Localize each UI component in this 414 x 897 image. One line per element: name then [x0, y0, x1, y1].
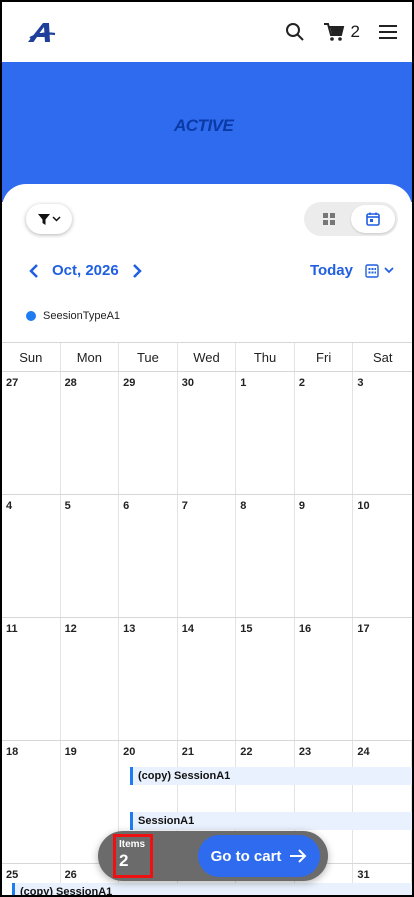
weekday-mon: Mon [61, 343, 120, 371]
calendar-day[interactable]: 8 [236, 495, 295, 617]
weekday-thu: Thu [236, 343, 295, 371]
weekday-fri: Fri [295, 343, 354, 371]
go-to-cart-button[interactable]: Go to cart [198, 835, 320, 877]
banner-logo: ACTIVE [174, 116, 234, 135]
mini-calendar-icon [365, 263, 379, 278]
calendar-day[interactable]: 7 [178, 495, 237, 617]
calendar-day[interactable]: 5 [61, 495, 120, 617]
app-frame: 2 ACTIVE Oct, 2026 Today SeesionTypeA1 S… [0, 0, 414, 897]
calendar-day[interactable]: 6 [119, 495, 178, 617]
calendar-day[interactable]: 29 [119, 372, 178, 494]
hamburger-menu-icon[interactable] [378, 24, 398, 40]
month-navigator: Oct, 2026 [28, 262, 143, 279]
chevron-down-icon [384, 267, 394, 274]
calendar-view-button[interactable] [351, 205, 395, 233]
month-label: Oct, 2026 [52, 262, 119, 279]
calendar-day[interactable]: 4 [2, 495, 61, 617]
calendar-day[interactable]: 30 [178, 372, 237, 494]
calendar-day[interactable]: 10 [353, 495, 412, 617]
weekday-sat: Sat [372, 349, 393, 365]
cart-button[interactable]: 2 [323, 22, 360, 42]
legend-dot-icon [26, 311, 36, 321]
date-picker-button[interactable] [365, 263, 394, 278]
calendar-day[interactable]: 1 [236, 372, 295, 494]
calendar-day[interactable]: 3 [353, 372, 412, 494]
grid-view-button[interactable] [307, 205, 351, 233]
calendar-day[interactable]: 2 [295, 372, 354, 494]
calendar-content: Oct, 2026 Today SeesionTypeA1 Sun Mon Tu… [2, 184, 412, 895]
calendar-day[interactable]: 9 [295, 495, 354, 617]
filter-button[interactable] [26, 204, 72, 234]
legend-label: SeesionTypeA1 [43, 310, 121, 322]
calendar-day[interactable]: 24 [353, 741, 412, 863]
items-label: Items [119, 839, 146, 850]
filter-icon [37, 213, 50, 225]
cart-summary-bar: Items 2 Go to cart [98, 831, 328, 881]
calendar-week: 27 28 29 30 1 2 3 [2, 372, 412, 495]
calendar-view-icon [366, 212, 380, 226]
calendar-event[interactable]: (copy) SessionA1 [12, 883, 412, 895]
chevron-right-icon[interactable] [131, 263, 143, 278]
session-type-legend: SeesionTypeA1 [26, 310, 120, 322]
calendar-week: 11 12 13 14 15 16 17 [2, 618, 412, 741]
calendar-day[interactable]: 18 [2, 741, 61, 863]
calendar-day[interactable]: 28 [61, 372, 120, 494]
month-calendar: Sun Mon Tue Wed Thu Fri Sat 27 28 29 30 … [2, 342, 412, 895]
calendar-day[interactable]: 12 [61, 618, 120, 740]
calendar-day[interactable]: 17 [353, 618, 412, 740]
items-count: 2 [119, 851, 129, 870]
calendar-day[interactable]: 11 [2, 618, 61, 740]
grid-view-icon [323, 213, 335, 225]
cart-count: 2 [350, 22, 360, 41]
calendar-event[interactable]: SessionA1 [130, 812, 412, 830]
weekday-sun: Sun [2, 343, 61, 371]
weekday-tue: Tue [119, 343, 178, 371]
search-icon[interactable] [285, 22, 305, 42]
active-a-logo-icon[interactable] [26, 20, 56, 44]
calendar-day[interactable]: 16 [295, 618, 354, 740]
cart-icon [323, 23, 344, 41]
chevron-left-icon[interactable] [28, 263, 40, 278]
items-counter: Items 2 [113, 834, 153, 878]
calendar-event[interactable]: (copy) SessionA1 [130, 767, 412, 785]
calendar-week: 4 5 6 7 8 9 10 [2, 495, 412, 618]
top-header: 2 [2, 2, 412, 62]
calendar-day[interactable]: 15 [236, 618, 295, 740]
view-toggle [304, 202, 398, 236]
go-to-cart-label: Go to cart [210, 847, 282, 865]
hero-banner: ACTIVE [2, 62, 412, 202]
arrow-right-icon [290, 849, 307, 863]
today-controls: Today [310, 262, 394, 279]
calendar-day[interactable]: 14 [178, 618, 237, 740]
calendar-day[interactable]: 13 [119, 618, 178, 740]
chevron-down-icon [51, 216, 61, 222]
weekday-header: Sun Mon Tue Wed Thu Fri Sat [2, 342, 412, 372]
calendar-day[interactable]: 27 [2, 372, 61, 494]
weekday-wed: Wed [178, 343, 237, 371]
today-button[interactable]: Today [310, 262, 353, 279]
